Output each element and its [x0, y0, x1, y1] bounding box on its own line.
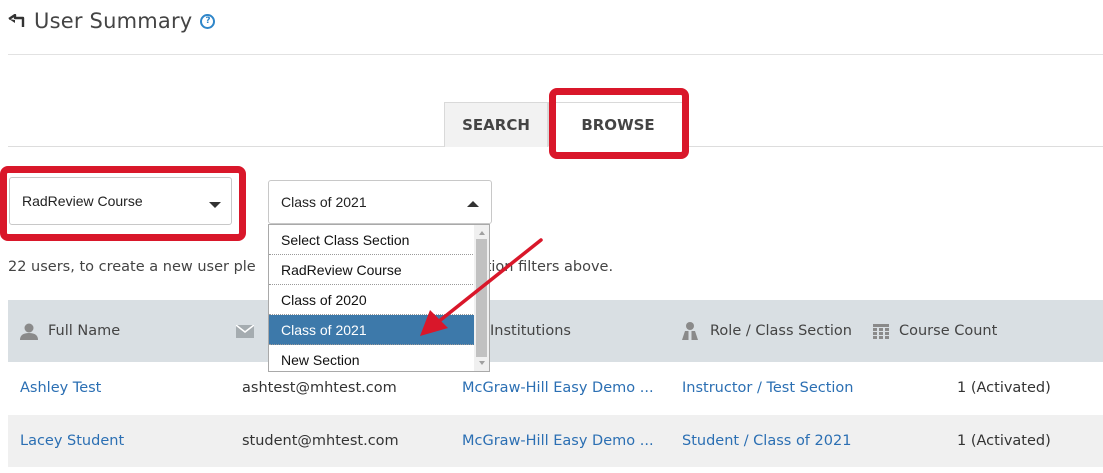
role-icon	[680, 322, 700, 340]
table-row: Ashley Test ashtest@mhtest.com McGraw-Hi…	[8, 362, 1103, 414]
email-cell: student@mhtest.com	[242, 433, 399, 449]
course-count-cell: 1 (Activated)	[957, 433, 1051, 449]
column-header-role-section[interactable]: Role / Class Section	[680, 300, 852, 362]
chevron-up-icon	[467, 201, 479, 207]
table-icon	[873, 323, 889, 339]
section-select[interactable]: Class of 2021	[268, 180, 492, 224]
dropdown-option[interactable]: RadReview Course	[269, 255, 475, 285]
back-arrow-icon[interactable]	[8, 12, 26, 30]
course-select[interactable]: RadReview Course	[9, 177, 232, 225]
page-header: User Summary ?	[8, 6, 216, 36]
full-name-link[interactable]: Lacey Student	[20, 415, 124, 467]
column-header-full-name[interactable]: Full Name	[20, 300, 120, 362]
help-icon[interactable]: ?	[200, 13, 216, 29]
institution-link[interactable]: McGraw-Hill Easy Demo ...	[462, 415, 654, 467]
scrollbar-thumb[interactable]	[476, 239, 487, 357]
user-icon	[20, 323, 38, 340]
scroll-down-icon[interactable]	[479, 361, 485, 365]
users-info-left: 22 users, to create a new user ple	[8, 259, 256, 275]
chevron-down-icon	[209, 202, 221, 208]
dropdown-scrollbar[interactable]	[474, 225, 489, 371]
column-header-course-count[interactable]: Course Count	[873, 300, 997, 362]
email-icon	[236, 324, 254, 338]
dropdown-option[interactable]: Select Class Section	[269, 225, 475, 255]
table-row: Lacey Student student@mhtest.com McGraw-…	[8, 415, 1103, 467]
column-header-email[interactable]	[236, 300, 264, 362]
course-count-cell: 1 (Activated)	[957, 380, 1051, 396]
table-header: Full Name Institutions Role / Class Sect…	[8, 300, 1103, 362]
tab-browse[interactable]: BROWSE	[548, 102, 688, 147]
tab-search[interactable]: SEARCH	[444, 102, 548, 147]
dropdown-option[interactable]: New Section	[269, 345, 475, 371]
section-select-value: Class of 2021	[281, 194, 367, 210]
course-select-value: RadReview Course	[22, 193, 143, 209]
users-info-right: ction filters above.	[477, 259, 614, 275]
dropdown-option-selected[interactable]: Class of 2021	[269, 315, 475, 345]
page-title: User Summary	[34, 9, 193, 33]
section-dropdown-list: Select Class Section RadReview Course Cl…	[268, 224, 490, 372]
column-header-institutions[interactable]: Institutions	[490, 300, 571, 362]
role-section-link[interactable]: Student / Class of 2021	[682, 415, 851, 467]
full-name-link[interactable]: Ashley Test	[20, 362, 101, 414]
header-divider	[8, 54, 1103, 55]
institution-link[interactable]: McGraw-Hill Easy Demo ...	[462, 362, 654, 414]
dropdown-option[interactable]: Class of 2020	[269, 285, 475, 315]
role-section-link[interactable]: Instructor / Test Section	[682, 362, 854, 414]
scroll-up-icon[interactable]	[479, 231, 485, 235]
